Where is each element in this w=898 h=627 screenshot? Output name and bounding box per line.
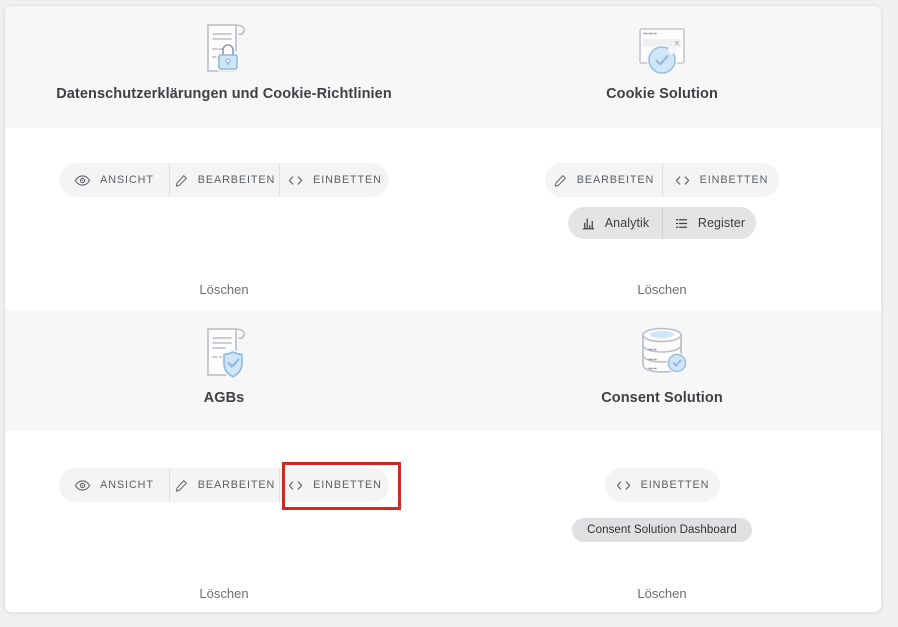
browser-cookie-icon (634, 17, 690, 79)
header-row-top: Datenschutzerklärungen und Cookie-Richtl… (5, 6, 881, 128)
privacy-title: Datenschutzerklärungen und Cookie-Richtl… (56, 86, 392, 102)
cookie-title: Cookie Solution (606, 86, 718, 102)
consent-embed-button[interactable]: EINBETTEN (605, 468, 720, 502)
consent-header: Consent Solution (443, 310, 881, 431)
agb-edit-button[interactable]: BEARBEITEN (169, 468, 279, 502)
privacy-actions: ANSICHT BEARBEITEN EINBETTEN (5, 128, 443, 310)
cookie-register-button[interactable]: Register (662, 207, 756, 239)
eye-icon (74, 477, 91, 494)
agb-embed-label: EINBETTEN (313, 479, 382, 491)
cookie-edit-button[interactable]: BEARBEITEN (545, 163, 662, 197)
agb-actions: ANSICHT BEARBEITEN EINBETTEN (5, 431, 443, 613)
cookie-header: Cookie Solution (443, 6, 881, 128)
agb-view-button[interactable]: ANSICHT (59, 468, 169, 502)
cookie-analytics-label: Analytik (605, 216, 650, 230)
privacy-embed-label: EINBETTEN (313, 174, 382, 186)
privacy-actions-group: ANSICHT BEARBEITEN EINBETTEN (59, 163, 389, 197)
agb-actions-group: ANSICHT BEARBEITEN EINBETTEN (59, 468, 389, 502)
cookie-embed-button[interactable]: EINBETTEN (662, 163, 779, 197)
privacy-embed-button[interactable]: EINBETTEN (279, 163, 389, 197)
cookie-actions: BEARBEITEN EINBETTEN Analytik (443, 128, 881, 310)
list-icon (674, 216, 689, 231)
code-brackets-icon (674, 172, 691, 189)
cookie-embed-label: EINBETTEN (700, 174, 769, 186)
database-check-icon (634, 321, 690, 383)
agb-header: AGBs (5, 310, 443, 431)
eye-icon (74, 172, 91, 189)
pencil-icon (174, 173, 189, 188)
privacy-view-button[interactable]: ANSICHT (59, 163, 169, 197)
consent-embed-label: EINBETTEN (641, 479, 710, 491)
cookie-delete-link[interactable]: Löschen (637, 282, 686, 297)
documents-panel: Datenschutzerklärungen und Cookie-Richtl… (4, 5, 882, 613)
consent-title: Consent Solution (601, 390, 723, 406)
privacy-delete-link[interactable]: Löschen (199, 282, 248, 297)
cookie-secondary-group: Analytik Register (568, 207, 756, 239)
agb-delete-link[interactable]: Löschen (199, 586, 248, 601)
agb-embed-button[interactable]: EINBETTEN (279, 468, 389, 502)
code-brackets-icon (287, 172, 304, 189)
document-lock-icon (196, 17, 252, 79)
consent-actions: EINBETTEN Consent Solution Dashboard Lös… (443, 431, 881, 613)
cookie-register-label: Register (698, 216, 745, 230)
pencil-icon (174, 478, 189, 493)
cookie-edit-label: BEARBEITEN (577, 174, 654, 186)
agb-view-label: ANSICHT (100, 479, 154, 491)
bar-chart-icon (581, 216, 596, 231)
privacy-view-label: ANSICHT (100, 174, 154, 186)
code-brackets-icon (615, 477, 632, 494)
agb-edit-label: BEARBEITEN (198, 479, 275, 491)
actions-row-top: ANSICHT BEARBEITEN EINBETTEN (5, 128, 881, 310)
privacy-edit-label: BEARBEITEN (198, 174, 275, 186)
cookie-actions-group: BEARBEITEN EINBETTEN (545, 163, 779, 197)
actions-row-bottom: ANSICHT BEARBEITEN EINBETTEN (5, 431, 881, 613)
agb-title: AGBs (204, 390, 245, 406)
consent-actions-group: EINBETTEN (605, 468, 720, 502)
pencil-icon (553, 173, 568, 188)
document-shield-icon (196, 321, 252, 383)
page-background: Datenschutzerklärungen und Cookie-Richtl… (0, 0, 898, 627)
consent-delete-link[interactable]: Löschen (637, 586, 686, 601)
privacy-edit-button[interactable]: BEARBEITEN (169, 163, 279, 197)
header-row-bottom: AGBs Consent Solution (5, 310, 881, 431)
code-brackets-icon (287, 477, 304, 494)
privacy-header: Datenschutzerklärungen und Cookie-Richtl… (5, 6, 443, 128)
cookie-analytics-button[interactable]: Analytik (568, 207, 662, 239)
consent-dashboard-button[interactable]: Consent Solution Dashboard (572, 518, 752, 542)
